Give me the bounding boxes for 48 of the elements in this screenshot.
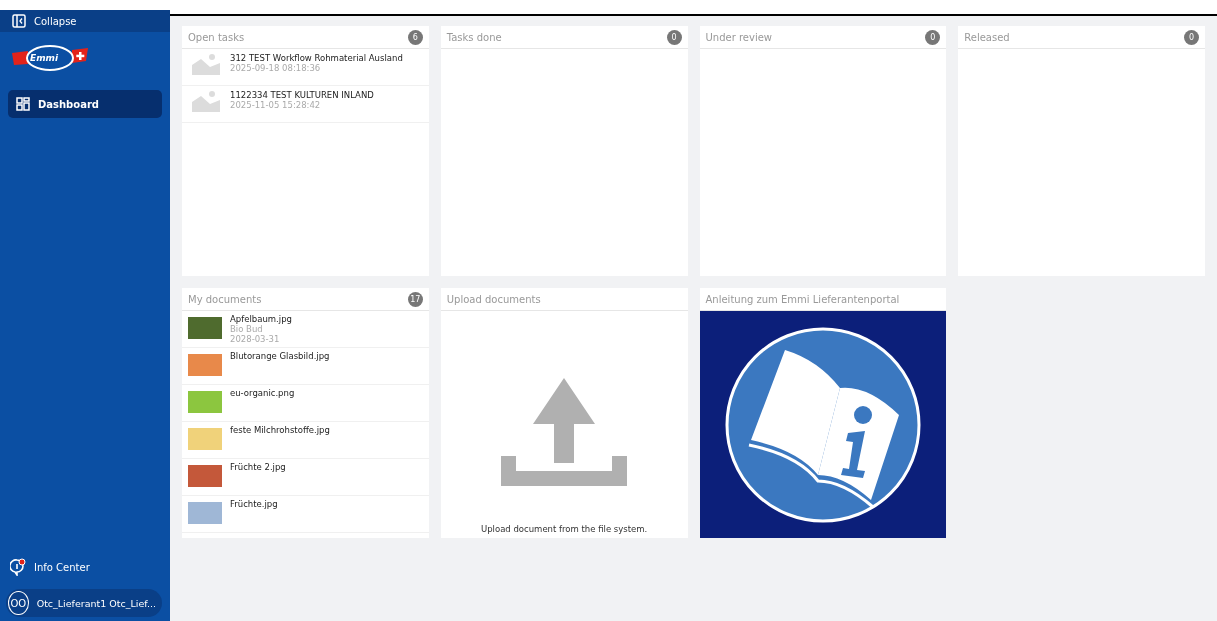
user-avatar: OO <box>8 591 29 615</box>
task-title: 312 TEST Workflow Rohmaterial Ausland <box>230 53 403 63</box>
document-name: eu-organic.png <box>230 388 295 398</box>
task-title: 1122334 TEST KULTUREN INLAND <box>230 90 374 100</box>
document-item[interactable]: Früchte 2.jpg <box>182 459 429 496</box>
card-title: Anleitung zum Emmi Lieferantenportal <box>705 293 900 305</box>
collapse-icon <box>12 14 26 28</box>
info-center-button[interactable]: Info Center <box>0 555 170 579</box>
document-tag: Bio Bud <box>230 324 292 334</box>
task-date: 2025-11-05 15:28:42 <box>230 100 322 110</box>
card-title: Upload documents <box>446 293 541 305</box>
document-date: 2028-03-31 <box>230 334 281 344</box>
user-name: Otc_Lieferant1 Otc_Lief... <box>36 597 156 609</box>
image-placeholder-icon <box>192 53 220 75</box>
document-item[interactable]: eu-organic.png <box>182 385 429 422</box>
document-name: Früchte 2.jpg <box>230 462 286 472</box>
card-title: Released <box>964 31 1010 43</box>
document-item[interactable]: Früchte.jpg <box>182 496 429 533</box>
image-placeholder-icon <box>192 90 220 112</box>
document-name: Früchte.jpg <box>230 499 278 509</box>
task-item[interactable]: 1122334 TEST KULTUREN INLAND 2025-11-05 15:28:42 <box>182 86 429 123</box>
document-name: feste Milchrohstoffe.jpg <box>230 425 330 435</box>
card-title: Open tasks <box>188 31 245 43</box>
upload-icon <box>501 378 628 488</box>
logo-text: Emmi <box>29 53 59 63</box>
card-title: My documents <box>188 293 262 305</box>
user-menu-button[interactable]: OO Otc_Lieferant1 Otc_Lief... <box>6 589 162 617</box>
card-title: Under review <box>705 31 773 43</box>
count-badge: 17 <box>407 291 423 307</box>
document-item[interactable]: feste Milchrohstoffe.jpg <box>182 422 429 459</box>
upload-card[interactable]: Upload documents Upload document from the file system. <box>440 288 688 538</box>
count-badge: 0 <box>925 29 941 45</box>
collapse-button[interactable]: Collapse <box>0 10 170 32</box>
nav-item[interactable]: Dashboard <box>8 90 162 118</box>
document-name: Blutorange Glasbild.jpg <box>230 351 330 361</box>
logo-icon <box>10 44 90 72</box>
document-item[interactable]: Apfelbaum.jpg Bio Bud 2028-03-31 <box>182 311 429 348</box>
upload-hint: Upload document from the file system. <box>480 524 648 534</box>
task-item[interactable]: 312 TEST Workflow Rohmaterial Ausland 2025-09-18 08:18:36 <box>182 49 429 86</box>
count-badge: 0 <box>666 29 682 45</box>
card-title: Tasks done <box>446 31 502 43</box>
count-badge: 0 <box>1184 29 1199 45</box>
document-item[interactable]: Blutorange Glasbild.jpg <box>182 348 429 385</box>
info-pin-icon <box>10 558 26 576</box>
count-badge: 6 <box>407 29 423 45</box>
dashboard-icon <box>16 97 30 111</box>
document-name: Apfelbaum.jpg <box>230 314 292 324</box>
task-date: 2025-09-18 08:18:36 <box>230 63 322 73</box>
